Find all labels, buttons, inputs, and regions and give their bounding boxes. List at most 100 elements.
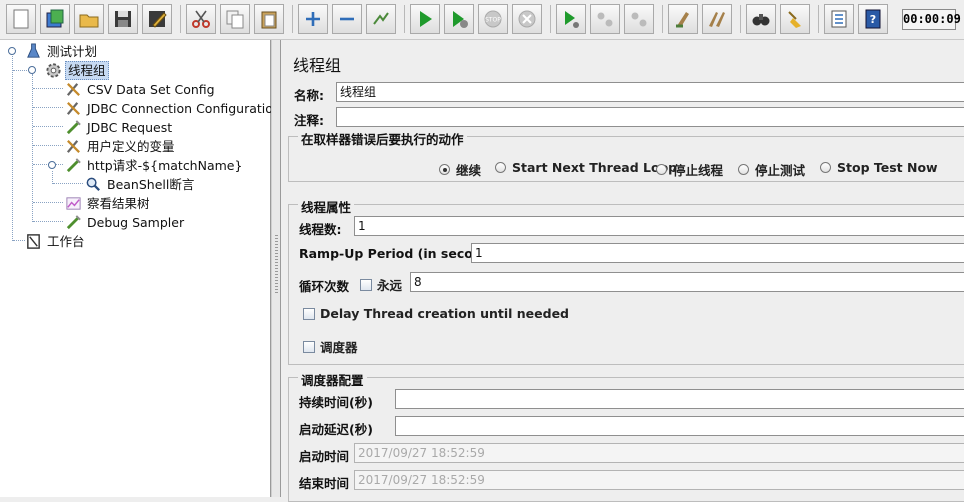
templates-icon[interactable] (40, 4, 70, 34)
tree-item-beanshell-assertion[interactable]: BeanShell断言 (84, 175, 196, 193)
radio-dot (738, 164, 749, 175)
page-title: 线程组 (293, 56, 342, 75)
tree-item-http-request[interactable]: http请求-${matchName} (64, 156, 244, 174)
tree-toggle-http-request[interactable] (48, 161, 56, 169)
new-icon[interactable] (6, 4, 36, 34)
svg-text:STOP: STOP (485, 17, 501, 24)
tree-item-label: JDBC Connection Configuration (87, 100, 281, 116)
remote-shutdown-icon[interactable] (624, 4, 654, 34)
tree-item-csv-data-set[interactable]: CSV Data Set Config (64, 80, 217, 98)
thread-group-icon (44, 61, 62, 79)
save-icon[interactable] (108, 4, 138, 34)
tree-item-debug-sampler[interactable]: Debug Sampler (64, 213, 186, 231)
config-element-icon (64, 99, 82, 117)
startup-delay-label: 启动延迟(秒) (299, 422, 373, 437)
name-label: 名称: (294, 88, 324, 103)
open-icon[interactable] (74, 4, 104, 34)
function-helper-icon[interactable] (824, 4, 854, 34)
save-as-icon[interactable] (142, 4, 172, 34)
sampler-icon (64, 213, 82, 231)
radio-start-next-loop[interactable]: Start Next Thread Loop (495, 160, 677, 175)
sampler-icon (64, 118, 82, 136)
name-field[interactable]: 线程组 (336, 82, 964, 102)
panel-splitter[interactable] (271, 40, 281, 497)
start-time-field[interactable]: 2017/09/27 18:52:59 (354, 443, 964, 463)
shutdown-icon[interactable] (512, 4, 542, 34)
thread-group-panel: 线程组 名称: 线程组 注释: 在取样器错误后要执行的动作 继续 Start N… (282, 40, 964, 502)
tree-item-label: 用户定义的变量 (87, 138, 175, 154)
toggle-icon[interactable] (366, 4, 396, 34)
copy-icon[interactable] (220, 4, 250, 34)
tree-toggle-test-plan[interactable] (8, 47, 16, 55)
tree-item-label: 察看结果树 (87, 195, 150, 211)
test-plan-tree[interactable]: 测试计划 线程组 CSV Data Set Config JDBC Connec… (0, 40, 281, 497)
radio-dot (495, 162, 506, 173)
tree-item-jdbc-request[interactable]: JDBC Request (64, 118, 174, 136)
assertion-icon (84, 175, 102, 193)
elapsed-timer: 00:00:09 (902, 9, 961, 30)
config-element-icon (64, 137, 82, 155)
radio-stop-test-now[interactable]: Stop Test Now (820, 160, 938, 175)
paste-icon[interactable] (254, 4, 284, 34)
checkbox-box (303, 340, 315, 353)
svg-text:?: ? (870, 13, 876, 26)
tree-item-test-plan[interactable]: 测试计划 (24, 42, 99, 60)
tree-item-jdbc-connection[interactable]: JDBC Connection Configuration (64, 99, 283, 117)
duration-label: 持续时间(秒) (299, 395, 373, 410)
expand-icon[interactable] (298, 4, 328, 34)
tree-toggle-thread-group[interactable] (28, 66, 36, 74)
radio-continue[interactable]: 继续 (439, 160, 481, 179)
radio-label: 停止测试 (755, 163, 806, 178)
start-icon[interactable] (410, 4, 440, 34)
checkbox-label: Delay Thread creation until needed (320, 306, 569, 321)
clear-icon[interactable] (668, 4, 698, 34)
cut-icon[interactable] (186, 4, 216, 34)
forever-checkbox[interactable]: 永远 (360, 275, 402, 294)
end-time-field[interactable]: 2017/09/27 18:52:59 (354, 470, 964, 490)
scheduler-checkbox[interactable]: 调度器 (303, 337, 358, 356)
toolbar: STOP ? 00:00:09 (0, 0, 964, 40)
reset-search-icon[interactable] (780, 4, 810, 34)
radio-stop-thread[interactable]: 停止线程 (656, 160, 723, 179)
listener-icon (64, 194, 82, 212)
search-icon[interactable] (746, 4, 776, 34)
startup-delay-field[interactable] (395, 416, 964, 436)
checkbox-box (360, 278, 372, 291)
radio-dot (656, 164, 667, 175)
comment-field[interactable] (336, 107, 964, 127)
threads-field[interactable]: 1 (354, 216, 964, 236)
tree-item-label: 测试计划 (47, 43, 98, 59)
thread-properties-title: 线程属性 (298, 197, 355, 216)
tree-item-thread-group[interactable]: 线程组 (44, 60, 109, 80)
tree-item-user-variables[interactable]: 用户定义的变量 (64, 137, 177, 155)
checkbox-box (303, 307, 315, 320)
remote-start-icon[interactable] (556, 4, 586, 34)
checkbox-label: 永远 (377, 278, 403, 293)
remote-stop-icon[interactable] (590, 4, 620, 34)
radio-dot (439, 164, 450, 175)
clear-all-icon[interactable] (702, 4, 732, 34)
loop-count-label: 循环次数 (299, 279, 350, 294)
stop-icon[interactable]: STOP (478, 4, 508, 34)
tree-item-label: Debug Sampler (87, 214, 185, 230)
loop-count-field[interactable]: 8 (410, 272, 964, 292)
radio-label: 停止线程 (673, 163, 724, 178)
delay-thread-creation-checkbox[interactable]: Delay Thread creation until needed (303, 306, 569, 321)
tree-item-view-results-tree[interactable]: 察看结果树 (64, 194, 152, 212)
tree-item-label: http请求-${matchName} (87, 157, 243, 173)
start-no-pause-icon[interactable] (444, 4, 474, 34)
error-action-title: 在取样器错误后要执行的动作 (298, 129, 467, 148)
help-icon[interactable]: ? (858, 4, 888, 34)
workbench-icon (24, 232, 42, 250)
tree-item-label: CSV Data Set Config (87, 81, 215, 97)
radio-stop-test[interactable]: 停止测试 (738, 160, 805, 179)
collapse-icon[interactable] (332, 4, 362, 34)
tree-item-workbench[interactable]: 工作台 (24, 232, 87, 250)
duration-field[interactable] (395, 389, 964, 409)
radio-label: Start Next Thread Loop (512, 160, 678, 175)
rampup-field[interactable]: 1 (471, 243, 964, 263)
sampler-icon (64, 156, 82, 174)
config-element-icon (64, 80, 82, 98)
start-time-label: 启动时间 (299, 449, 350, 464)
comment-label: 注释: (294, 113, 324, 128)
